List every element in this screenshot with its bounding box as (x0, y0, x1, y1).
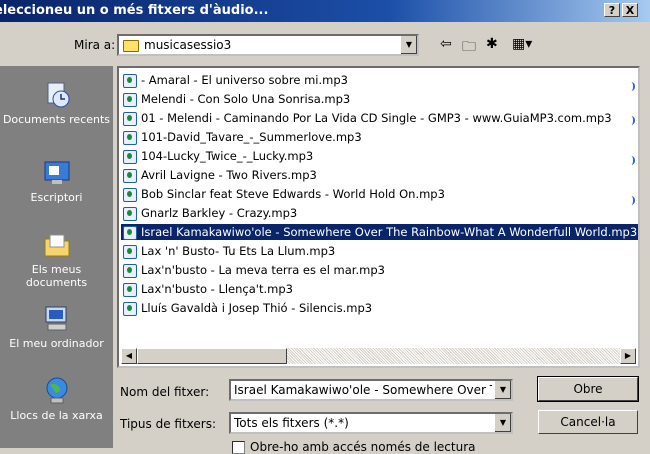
scroll-marker-icon (629, 82, 635, 91)
filetype-dropdown[interactable]: Tots els fitxers (*.*) ▼ (229, 412, 513, 434)
scrollbar-thumb[interactable] (137, 348, 287, 364)
file-list-item[interactable]: Lluís Gavaldà i Josep Thió - Silencis.mp… (121, 300, 376, 316)
place-label: Llocs de la xarxa (10, 409, 103, 422)
place-label: El meu ordinador (9, 337, 104, 350)
filename-value: Israel Kamakawiwo'ole - Somewhere Over T… (234, 383, 492, 397)
scroll-marker-icon (629, 196, 635, 205)
view-menu-icon[interactable]: ▦▾ (512, 36, 532, 52)
file-list-item[interactable]: 104-Lucky_Twice_-_Lucky.mp3 (121, 148, 317, 164)
audio-file-icon (123, 264, 137, 278)
place-desktop[interactable]: Escriptori (0, 158, 113, 204)
new-folder-icon[interactable]: ✱ (486, 36, 498, 52)
readonly-label: Obre-ho amb accés només de lectura (250, 440, 476, 454)
audio-file-icon (123, 74, 137, 88)
my-computer-icon (45, 306, 66, 331)
audio-file-icon (123, 188, 137, 202)
filename-input[interactable]: Israel Kamakawiwo'ole - Somewhere Over T… (229, 379, 513, 401)
recent-documents-icon (47, 82, 69, 108)
close-button[interactable]: X (622, 3, 638, 17)
audio-file-icon (123, 245, 137, 259)
place-recent-documents[interactable]: Documents recents (0, 80, 113, 126)
audio-file-icon (123, 207, 137, 221)
file-list-item[interactable]: - Amaral - El universo sobre mi.mp3 (121, 72, 352, 88)
filetype-value: Tots els fitxers (*.*) (234, 416, 349, 430)
desktop-icon (44, 161, 69, 184)
audio-file-icon (123, 150, 137, 164)
title-bar: eleccioneu un o més fitxers d'àudio... ?… (0, 0, 650, 22)
place-label: Els meus documents (25, 263, 88, 289)
file-name: Avril Lavigne - Two Rivers.mp3 (141, 168, 317, 182)
audio-file-icon (123, 169, 137, 183)
file-name: - Amaral - El universo sobre mi.mp3 (141, 73, 348, 87)
file-name: Lluís Gavaldà i Josep Thió - Silencis.mp… (141, 301, 373, 315)
audio-file-icon (123, 302, 137, 316)
file-list-item[interactable]: Gnarlz Barkley - Crazy.mp3 (121, 205, 301, 221)
file-list-item[interactable]: Avril Lavigne - Two Rivers.mp3 (121, 167, 321, 183)
places-bar: Documents recents Escriptori Els meus do… (0, 66, 113, 448)
file-list-item[interactable]: Israel Kamakawiwo'ole - Somewhere Over T… (121, 224, 638, 240)
file-name: Lax'n'busto - Llença't.mp3 (141, 282, 293, 296)
file-list-item[interactable]: Melendi - Con Solo Una Sonrisa.mp3 (121, 91, 354, 107)
file-list-item[interactable]: Lax 'n' Busto- Tu Ets La Llum.mp3 (121, 243, 339, 259)
folder-icon (123, 39, 139, 52)
file-name: 104-Lucky_Twice_-_Lucky.mp3 (141, 149, 314, 163)
up-folder-icon[interactable]: 🗀 (462, 36, 476, 60)
place-label: Documents recents (2, 113, 111, 126)
my-documents-icon (44, 234, 69, 257)
file-name: Gnarlz Barkley - Crazy.mp3 (141, 206, 298, 220)
audio-file-icon (123, 131, 137, 145)
horizontal-scrollbar[interactable]: ◀ ▶ (121, 348, 636, 364)
scroll-marker-icon (629, 116, 635, 125)
scroll-marker-icon (629, 156, 635, 165)
place-my-computer[interactable]: El meu ordinador (0, 304, 113, 350)
place-label: Escriptori (30, 191, 83, 204)
look-in-value: musicasessio3 (144, 38, 232, 52)
network-places-icon (46, 377, 67, 404)
file-name: Israel Kamakawiwo'ole - Somewhere Over T… (141, 225, 638, 239)
audio-file-icon (123, 112, 137, 126)
filetype-label: Tipus de fitxers: (120, 417, 217, 431)
place-my-documents[interactable]: Els meus documents (0, 230, 113, 289)
cancel-button[interactable]: Cancel·la (538, 410, 638, 434)
audio-file-icon (123, 226, 137, 240)
file-name: Melendi - Con Solo Una Sonrisa.mp3 (141, 92, 351, 106)
chevron-down-icon[interactable]: ▼ (494, 414, 511, 432)
chevron-down-icon[interactable]: ▼ (400, 36, 417, 54)
open-button[interactable]: Obre (537, 376, 639, 402)
audio-file-icon (123, 283, 137, 297)
file-name: 01 - Melendi - Caminando Por La Vida CD … (141, 111, 612, 125)
file-name: Lax 'n' Busto- Tu Ets La Llum.mp3 (141, 244, 336, 258)
filename-label: Nom del fitxer: (120, 385, 210, 399)
file-list-item[interactable]: Lax'n'busto - Llença't.mp3 (121, 281, 297, 297)
file-name: Bob Sinclar feat Steve Edwards - World H… (141, 187, 445, 201)
back-icon[interactable]: ⇦ (440, 36, 452, 52)
help-button[interactable]: ? (604, 3, 620, 17)
file-name: Lax'n'busto - La meva terra es el mar.mp… (141, 263, 385, 277)
file-list-item[interactable]: 101-David_Tavare_-_Summerlove.mp3 (121, 129, 366, 145)
file-list-item[interactable]: 01 - Melendi - Caminando Por La Vida CD … (121, 110, 616, 126)
audio-file-icon (123, 93, 137, 107)
file-list-item[interactable]: Lax'n'busto - La meva terra es el mar.mp… (121, 262, 389, 278)
file-name: 101-David_Tavare_-_Summerlove.mp3 (141, 130, 362, 144)
scroll-left-icon[interactable]: ◀ (121, 348, 137, 364)
look-in-label: Mira a: (74, 38, 116, 52)
place-network[interactable]: Llocs de la xarxa (0, 376, 113, 422)
file-list-item[interactable]: Bob Sinclar feat Steve Edwards - World H… (121, 186, 449, 202)
file-list[interactable]: - Amaral - El universo sobre mi.mp3 Melen… (117, 66, 640, 368)
scroll-right-icon[interactable]: ▶ (620, 348, 636, 364)
look-in-dropdown[interactable]: musicasessio3 ▼ (117, 34, 419, 56)
chevron-down-icon[interactable]: ▼ (494, 381, 511, 399)
window-title: eleccioneu un o més fitxers d'àudio... (0, 3, 269, 18)
